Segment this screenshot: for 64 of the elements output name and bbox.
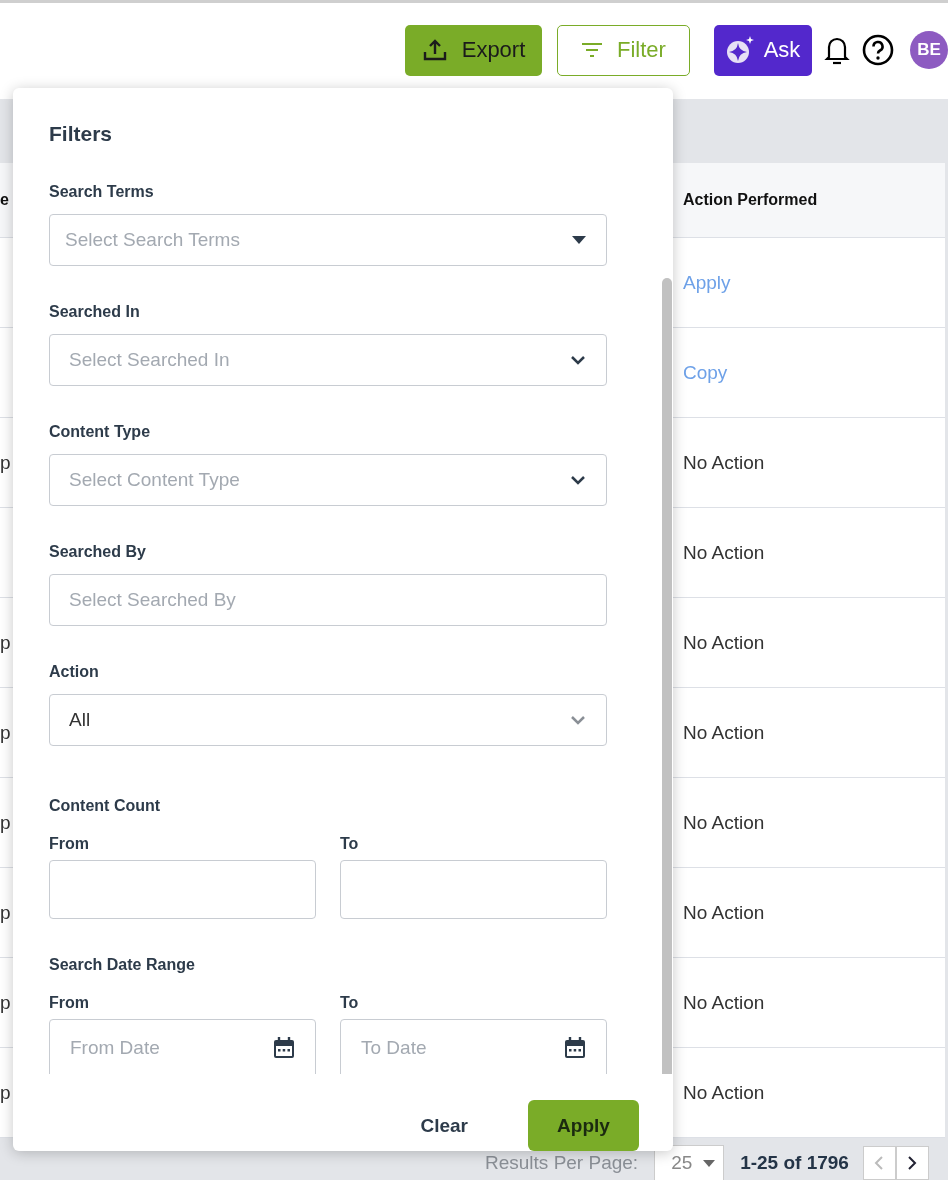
ask-button[interactable]: Ask: [714, 24, 812, 76]
table-cell: p: [0, 451, 11, 473]
per-page-select[interactable]: 25: [654, 1145, 725, 1180]
input-field[interactable]: [340, 859, 607, 919]
table-cell: p: [0, 991, 11, 1013]
upload-icon: [421, 38, 448, 62]
table-cell: p: [0, 901, 11, 923]
next-page-button[interactable]: [895, 1146, 929, 1180]
dropdown-field[interactable]: Select Searched In: [49, 333, 607, 386]
page-range: 1-25 of 1796: [740, 1152, 849, 1174]
table-cell: No Action: [683, 451, 765, 473]
export-button[interactable]: Export: [405, 24, 542, 76]
help-icon[interactable]: [862, 34, 894, 66]
date-field[interactable]: To Date: [340, 1018, 607, 1074]
table-cell: No Action: [683, 901, 765, 923]
column-header: Action Performed: [683, 191, 819, 209]
filter-button[interactable]: Filter: [557, 24, 690, 76]
scrollbar-thumb[interactable]: [662, 277, 672, 1074]
field-label: Content Type: [49, 422, 152, 442]
dropdown-field[interactable]: Select Content Type: [49, 453, 607, 506]
field-label: To: [340, 834, 360, 854]
field-label: From: [49, 834, 90, 854]
action-link[interactable]: Apply: [683, 271, 731, 293]
table-cell: p: [0, 631, 11, 653]
table-cell: No Action: [683, 541, 765, 563]
field-label: To: [340, 993, 360, 1013]
field-label: Action: [49, 662, 100, 682]
caret-icon: [572, 235, 586, 244]
table-cell: No Action: [683, 1081, 765, 1103]
chevron-left-icon: [874, 1155, 885, 1171]
apply-button[interactable]: Apply: [528, 1100, 639, 1151]
table-cell: No Action: [683, 721, 765, 743]
calendar-icon: [564, 1037, 586, 1060]
table-cell: No Action: [683, 811, 765, 833]
sparkle-icon: [725, 35, 756, 65]
table-cell: No Action: [683, 991, 765, 1013]
calendar-icon: [273, 1037, 295, 1060]
table-cell: No Action: [683, 631, 765, 653]
input-field[interactable]: [49, 859, 316, 919]
field-label: Content Count: [49, 796, 162, 816]
table-cell: p: [0, 1081, 11, 1103]
dropdown-field[interactable]: Select Search Terms: [49, 213, 607, 266]
user-avatar[interactable]: BE: [910, 31, 948, 69]
chevron-icon: [570, 474, 586, 485]
dropdown-field[interactable]: All: [49, 693, 607, 746]
caret-icon: [703, 1159, 716, 1167]
bell-icon[interactable]: [824, 35, 850, 65]
chevron-icon: [570, 714, 586, 725]
filter-icon: [581, 42, 604, 58]
table-cell: p: [0, 721, 11, 743]
date-field[interactable]: From Date: [49, 1018, 316, 1074]
chevron-right-icon: [907, 1155, 918, 1171]
field-label: Searched In: [49, 302, 141, 322]
field-label: Searched By: [49, 542, 147, 562]
field-label: From: [49, 993, 90, 1013]
results-per-page-label: Results Per Page:: [485, 1152, 639, 1174]
field-label: Search Date Range: [49, 955, 196, 975]
panel-title: Filters: [48, 121, 114, 147]
field-label: Search Terms: [49, 182, 155, 202]
table-cell: p: [0, 811, 11, 833]
input-field[interactable]: Select Searched By: [49, 573, 607, 626]
action-link[interactable]: Copy: [683, 361, 728, 383]
chevron-icon: [570, 354, 586, 365]
clear-button[interactable]: Clear: [414, 1100, 474, 1151]
